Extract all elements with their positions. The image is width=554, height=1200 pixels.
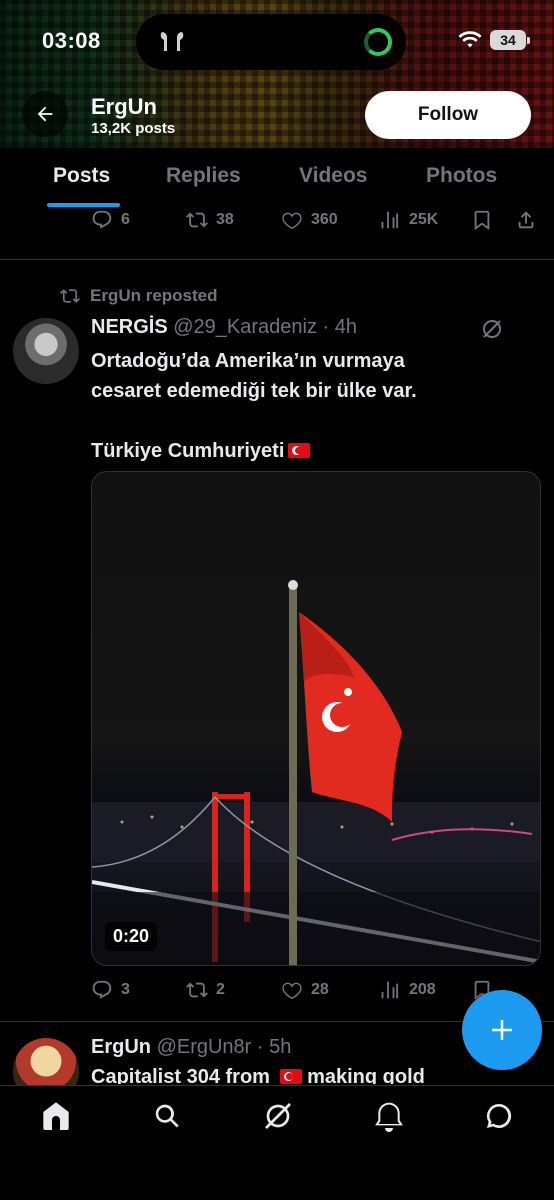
tweet-header: ErgUn @ErgUn8r · 5h xyxy=(91,1036,291,1059)
views-count: 25K xyxy=(409,211,439,228)
video-duration: 0:20 xyxy=(105,922,158,951)
bottom-navigation xyxy=(0,1085,554,1200)
tweet-text-line: Türkiye Cumhuriyeti xyxy=(91,440,285,462)
author-avatar[interactable] xyxy=(13,318,79,384)
messages-icon[interactable] xyxy=(483,1100,515,1132)
like-button[interactable]: 360 xyxy=(281,209,338,231)
like-count: 360 xyxy=(311,211,338,228)
share-icon xyxy=(518,211,534,229)
tweet-text-line: Ortadoğu’da Amerika’ın vurmaya xyxy=(91,350,405,372)
repost-icon xyxy=(186,982,208,998)
previous-post-actions: 6 38 360 25K xyxy=(91,205,541,235)
compose-button[interactable] xyxy=(462,990,542,1070)
profile-name: ErgUn xyxy=(91,94,157,119)
bell-icon[interactable] xyxy=(373,1100,405,1132)
repost-count: 2 xyxy=(216,981,225,998)
share-button[interactable] xyxy=(515,209,537,231)
status-icons: 34 xyxy=(458,30,530,50)
reply-button[interactable]: 3 xyxy=(91,979,130,1001)
repost-context[interactable]: ErgUn reposted xyxy=(60,286,218,306)
reposted-by-label: ErgUn reposted xyxy=(90,286,218,305)
grok-icon[interactable] xyxy=(262,1100,294,1132)
author-handle-time[interactable]: @ErgUn8r · 5h xyxy=(157,1036,292,1058)
follow-button[interactable]: Follow xyxy=(365,91,531,139)
reply-icon xyxy=(92,980,112,999)
video-player[interactable] xyxy=(91,471,541,966)
activity-ring-icon xyxy=(364,28,392,56)
tab-replies[interactable]: Replies xyxy=(166,164,241,188)
tab-videos[interactable]: Videos xyxy=(299,164,367,188)
tweet-text-line: cesaret edemediği tek bir ülke var. xyxy=(91,380,417,402)
author-handle-time[interactable]: @29_Karadeniz · 4h xyxy=(173,316,357,338)
bookmark-button[interactable] xyxy=(471,209,493,231)
status-bar: 03:08 34 xyxy=(0,0,554,84)
tweet-header: NERGİS @29_Karadeniz · 4h xyxy=(91,316,357,339)
views-button[interactable]: 208 xyxy=(379,979,436,1001)
repost-button[interactable]: 38 xyxy=(186,209,234,231)
repost-button[interactable]: 2 xyxy=(186,979,225,1001)
compose-plus-icon xyxy=(492,1020,512,1040)
reply-button[interactable]: 6 xyxy=(91,209,130,231)
views-icon xyxy=(381,211,399,229)
turkey-flag-icon xyxy=(279,1069,302,1084)
tab-photos[interactable]: Photos xyxy=(426,164,497,188)
like-icon xyxy=(282,212,302,230)
views-button[interactable]: 25K xyxy=(379,209,438,231)
airpods-icon xyxy=(156,28,188,56)
post-count: 13,2K posts xyxy=(91,120,176,137)
wifi-icon xyxy=(458,31,482,48)
repost-count: 38 xyxy=(216,211,234,228)
back-button[interactable] xyxy=(22,91,68,137)
post-divider xyxy=(0,259,554,260)
repost-icon xyxy=(60,289,80,303)
grok-icon[interactable] xyxy=(480,317,504,341)
dynamic-island xyxy=(136,14,406,70)
author-name[interactable]: ErgUn xyxy=(91,1036,151,1058)
author-name[interactable]: NERGİS xyxy=(91,316,168,338)
reply-icon xyxy=(92,210,112,229)
status-time: 03:08 xyxy=(42,28,101,53)
search-icon[interactable] xyxy=(151,1100,183,1132)
turkey-flag-icon xyxy=(288,443,311,458)
tab-posts[interactable]: Posts xyxy=(53,164,110,188)
like-count: 28 xyxy=(311,981,329,998)
like-button[interactable]: 28 xyxy=(281,979,329,1001)
battery-indicator: 34 xyxy=(490,30,530,50)
home-icon[interactable] xyxy=(40,1100,72,1132)
views-count: 208 xyxy=(409,981,436,998)
tweet-text: Ortadoğu’da Amerika’ın vurmaya cesaret e… xyxy=(91,346,531,466)
reply-count: 6 xyxy=(121,211,130,228)
back-arrow-icon xyxy=(37,106,53,122)
like-icon xyxy=(282,982,302,1000)
tweet-text-end: making gold xyxy=(307,1066,425,1084)
views-icon xyxy=(381,981,399,999)
reply-count: 3 xyxy=(121,981,130,998)
tweet-text-start: Capitalist 304 from xyxy=(91,1066,270,1084)
bookmark-icon xyxy=(474,210,490,230)
tweet-text: Capitalist 304 from making gold xyxy=(91,1066,425,1084)
repost-icon xyxy=(186,212,208,228)
profile-tabs: Posts Replies Videos Photos xyxy=(0,148,554,208)
video-frame xyxy=(92,580,540,965)
